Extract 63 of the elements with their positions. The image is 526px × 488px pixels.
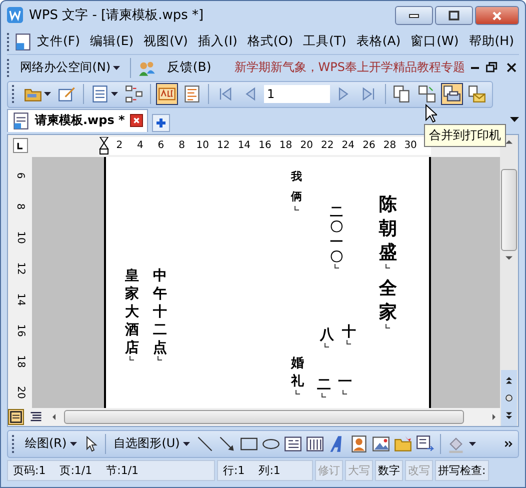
ruler-number: 8 [14,202,26,210]
vertical-text: 二 [317,376,331,394]
promo-link[interactable]: 新学期新气象，WPS奉上开学精品教程专题 [234,59,465,76]
ruler-number: 18 [14,354,26,368]
ruler-number: 30 [403,138,418,153]
menu-item[interactable]: 工具(T) [298,31,352,52]
status-indicator: 修订 [318,463,340,478]
menu-item[interactable]: 插入(I) [192,31,242,52]
menu-item[interactable]: 窗口(W) [406,31,464,52]
ruler-number: 6 [156,138,166,153]
autoshapes-menu[interactable]: 自选图形(U) [112,435,192,452]
status-text: 列:1 [258,463,280,478]
menu-item[interactable]: 格式(O) [242,31,298,52]
ruler-number: 18 [278,138,294,153]
ruler-number: 28 [382,138,398,153]
status-text: 行:1 [223,463,245,478]
vertical-text: 我俩 [291,168,302,205]
ruler-number: 14 [14,292,26,306]
page-number-field[interactable]: 1 [264,85,330,104]
ruler-number: 10 [14,230,26,244]
feedback-link[interactable]: 反馈(B) [162,57,216,78]
vertical-text: 八 [320,326,334,344]
workspace-menu[interactable]: 网络办公空间(N) [18,59,122,76]
status-text: 页:1/1 [60,463,92,478]
ruler-number: 20 [299,138,314,153]
menu-item[interactable]: 表格(A) [351,31,406,52]
status-indicator: 大写 [348,463,370,478]
document-tab[interactable]: 请柬模板.wps * [7,108,148,132]
vertical-text: 二〇一〇 [330,204,343,265]
vertical-text: 中午十二点 [153,266,167,357]
ruler-number: 6 [14,172,26,178]
status-text: 页码:1 [13,463,46,478]
ruler-number: 20 [14,386,26,398]
ruler-number: 12 [216,138,231,153]
draw-menu[interactable]: 绘图(R) [23,435,79,452]
window-title: WPS 文字 - [请柬模板.wps *] [29,7,205,24]
ruler-number: 8 [178,138,186,153]
ruler-number: 24 [340,138,356,153]
ruler-number: 12 [14,262,26,274]
ruler-number: 22 [320,138,335,153]
vertical-text: 陈朝盛 [379,192,397,265]
tooltip: 合并到打印机 [424,124,506,147]
ruler-number: 2 [115,138,124,153]
menu-item[interactable]: 帮助(H) [464,31,519,52]
vertical-text: 十 [342,322,356,341]
vertical-text: 皇家大酒店 [125,266,139,357]
ruler-number: 26 [362,138,376,153]
tab-label: 请柬模板.wps * [35,112,125,130]
menu-item[interactable]: 文件(F) [32,31,85,52]
menu-item[interactable]: 视图(V) [138,31,193,52]
ruler-number: 16 [14,324,26,336]
status-indicator: 改写 [408,463,430,478]
vertical-text: 一 [338,372,352,391]
vertical-text: 全家 [379,276,397,325]
ruler-number: 16 [258,138,272,153]
vertical-text: 婚礼 [291,354,304,391]
status-indicator: 数字 [378,463,400,478]
ruler-number: 4 [136,138,144,153]
ruler-number: 10 [195,138,210,153]
ruler-number: 14 [236,138,252,153]
status-indicator: 拼写检查: [438,463,486,478]
status-text: 节:1/1 [106,463,139,478]
menu-item[interactable]: 编辑(E) [84,31,139,52]
